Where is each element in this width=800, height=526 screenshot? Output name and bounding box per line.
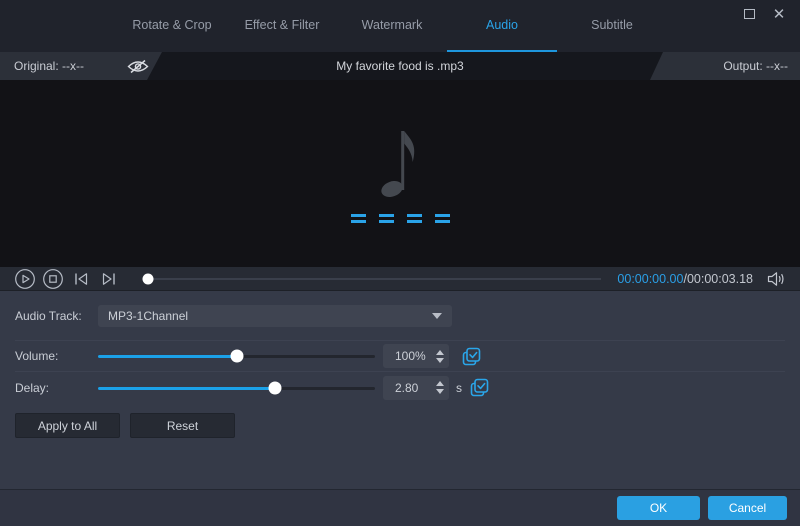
- apply-delay-to-all-button[interactable]: [469, 378, 489, 398]
- cancel-button[interactable]: Cancel: [708, 496, 787, 520]
- apply-to-all-button[interactable]: Apply to All: [15, 413, 120, 438]
- equals-mark: [378, 214, 394, 217]
- play-icon: [15, 268, 35, 289]
- close-button[interactable]: ✕: [770, 5, 788, 23]
- spinner-down-icon[interactable]: [436, 389, 444, 394]
- delay-handle[interactable]: [268, 381, 282, 394]
- audio-track-row: Audio Track: MP3-1Channel: [15, 291, 785, 341]
- ok-button[interactable]: OK: [617, 496, 700, 520]
- volume-input[interactable]: [383, 349, 431, 363]
- stop-icon: [43, 268, 63, 289]
- playback-progress-slider[interactable]: [142, 268, 602, 290]
- tab-audio[interactable]: Audio: [447, 0, 557, 52]
- skip-back-icon: [75, 272, 88, 285]
- chevron-down-icon: [432, 312, 442, 319]
- spinner-up-icon[interactable]: [436, 349, 444, 355]
- current-time: 00:00:00.00: [617, 271, 684, 286]
- player-bar: 00:00:00.00/00:00:03.18: [0, 267, 800, 291]
- audio-wave-placeholder: [350, 214, 450, 223]
- spinner-up-icon[interactable]: [436, 381, 444, 386]
- volume-label: Volume:: [15, 349, 59, 363]
- progress-track[interactable]: [143, 277, 602, 280]
- volume-row: Volume:: [15, 341, 785, 372]
- window-controls: ✕: [740, 5, 788, 23]
- output-label: Output: --x--: [723, 59, 788, 73]
- delay-unit: s: [456, 380, 462, 395]
- titlebar: Rotate & Crop Effect & Filter Watermark …: [0, 0, 800, 52]
- audio-track-value: MP3-1Channel: [108, 308, 189, 323]
- equals-mark: [406, 214, 422, 217]
- preview-area: [0, 80, 800, 267]
- eye-off-icon: [127, 59, 149, 73]
- delay-spinner: [431, 376, 449, 400]
- previous-button[interactable]: [69, 268, 93, 290]
- delay-value-box: [383, 375, 449, 400]
- volume-fill: [98, 355, 237, 358]
- tab-rotate-crop[interactable]: Rotate & Crop: [117, 0, 227, 52]
- volume-value-box: [383, 344, 449, 368]
- equals-mark: [434, 214, 450, 217]
- equals-mark: [350, 214, 366, 217]
- speaker-icon: [767, 271, 784, 286]
- apply-volume-to-all-button[interactable]: [461, 346, 481, 366]
- close-icon: ✕: [772, 4, 786, 23]
- panel-buttons: Apply to All Reset: [15, 413, 785, 438]
- audio-editor-dialog: Rotate & Crop Effect & Filter Watermark …: [0, 0, 800, 526]
- preview-toggle-button[interactable]: [126, 56, 150, 76]
- reset-button[interactable]: Reset: [130, 413, 235, 438]
- audio-track-label: Audio Track:: [15, 308, 82, 323]
- volume-slider[interactable]: [98, 345, 375, 367]
- volume-handle[interactable]: [230, 349, 243, 363]
- audio-settings-panel: Audio Track: MP3-1Channel Volume: 100% D…: [0, 291, 800, 489]
- mute-button[interactable]: [765, 269, 787, 289]
- tab-effect-filter[interactable]: Effect & Filter: [227, 0, 337, 52]
- maximize-icon: [743, 9, 755, 19]
- play-button[interactable]: [13, 268, 37, 290]
- progress-handle[interactable]: [142, 273, 154, 284]
- next-button[interactable]: [97, 268, 121, 290]
- skip-forward-icon: [102, 272, 115, 285]
- delay-fill: [98, 386, 276, 390]
- output-info-tab: Output: --x--: [650, 52, 800, 80]
- apply-check-icon: [470, 378, 488, 397]
- tab-watermark[interactable]: Watermark: [337, 0, 447, 52]
- delay-row: Delay: s: [15, 372, 785, 403]
- stop-button[interactable]: [41, 268, 65, 290]
- audio-track-select[interactable]: MP3-1Channel: [98, 304, 452, 327]
- preview-header: Original: --x-- My favorite food is .mp3…: [0, 52, 800, 80]
- tab-bar: Rotate & Crop Effect & Filter Watermark …: [0, 0, 792, 52]
- footer-bar: OK Cancel: [0, 489, 800, 526]
- music-note-icon: [381, 131, 415, 197]
- apply-check-icon: [462, 347, 480, 365]
- spinner-down-icon[interactable]: [436, 357, 444, 363]
- maximize-button[interactable]: [740, 5, 758, 23]
- delay-input[interactable]: [383, 380, 431, 395]
- delay-label: Delay:: [15, 380, 50, 395]
- original-label: Original: --x--: [14, 59, 85, 73]
- delay-slider[interactable]: [98, 377, 375, 399]
- volume-spinner: [431, 344, 449, 368]
- total-time: 00:00:03.18: [686, 271, 753, 286]
- tab-subtitle[interactable]: Subtitle: [557, 0, 667, 52]
- time-display: 00:00:00.00/00:00:03.18: [617, 271, 753, 286]
